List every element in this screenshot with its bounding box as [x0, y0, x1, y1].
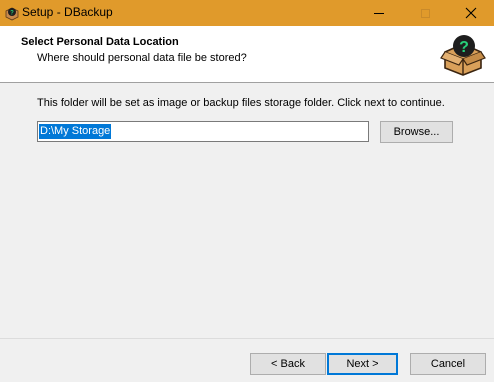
page-title: Select Personal Data Location	[21, 36, 179, 48]
next-button[interactable]: Next >	[327, 353, 398, 375]
close-button[interactable]	[448, 0, 494, 26]
maximize-button[interactable]	[402, 0, 448, 26]
instruction-text: This folder will be set as image or back…	[37, 97, 445, 109]
browse-button[interactable]: Browse...	[380, 121, 453, 143]
box-logo-icon: ?	[440, 35, 486, 76]
storage-path-input[interactable]: D:\My Storage	[37, 121, 369, 142]
page-subtitle: Where should personal data file be store…	[37, 52, 247, 64]
cancel-button[interactable]: Cancel	[410, 353, 486, 375]
svg-text:?: ?	[459, 39, 469, 56]
maximize-icon	[420, 8, 430, 18]
storage-path-value: D:\My Storage	[39, 124, 112, 139]
app-icon: ?	[5, 7, 19, 21]
close-icon	[465, 7, 477, 19]
title-bar: ? Setup - DBackup	[0, 0, 494, 26]
wizard-header: Select Personal Data Location Where shou…	[0, 26, 494, 83]
minimize-icon	[374, 12, 384, 14]
footer-divider	[0, 338, 494, 339]
minimize-button[interactable]	[356, 0, 402, 26]
svg-text:?: ?	[10, 11, 14, 17]
window-title: Setup - DBackup	[22, 5, 113, 19]
back-button[interactable]: < Back	[250, 353, 326, 375]
